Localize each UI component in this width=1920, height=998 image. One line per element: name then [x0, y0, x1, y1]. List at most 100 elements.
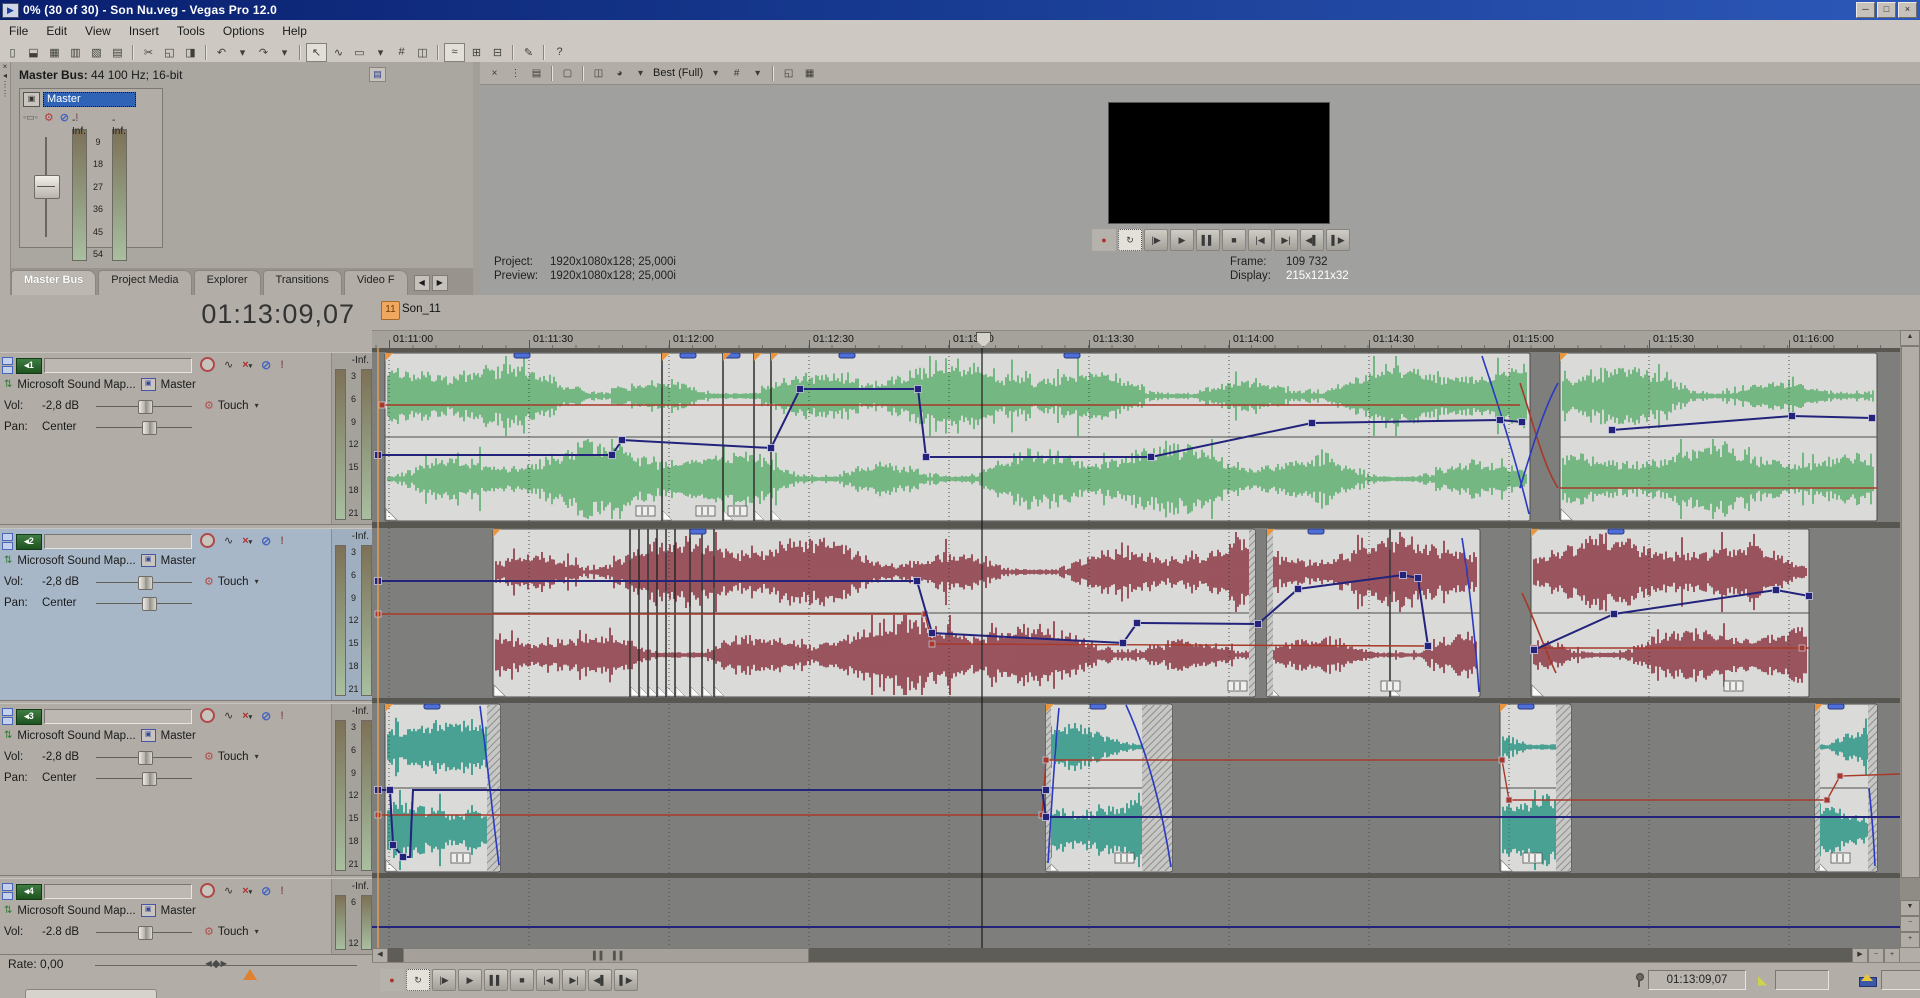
menu-tools[interactable]: Tools — [168, 21, 214, 41]
ignore-event-grouping-icon[interactable]: ⊟ — [488, 44, 507, 61]
mute-icon[interactable]: ×▾ — [242, 710, 252, 722]
cut-icon[interactable]: ✂ — [139, 44, 158, 61]
status-timecode[interactable]: 01:13:09,07 — [1648, 970, 1746, 990]
import-media-icon[interactable]: ▧ — [87, 44, 106, 61]
mute-icon[interactable]: ⊘ — [60, 111, 69, 124]
tab-project-media[interactable]: Project Media — [98, 270, 191, 295]
bus-box-icon[interactable]: ▣ — [23, 92, 40, 107]
envelope-node[interactable] — [1869, 415, 1876, 422]
grouping-icon[interactable]: ◫ — [413, 44, 432, 61]
bottom-corner-tab[interactable] — [25, 989, 157, 998]
master-name-field[interactable]: Master — [43, 92, 136, 107]
envelope-node[interactable] — [1043, 757, 1049, 763]
solo-icon[interactable]: ⊘ — [261, 884, 271, 898]
automation-mode[interactable]: Touch — [218, 400, 249, 412]
phase-icon[interactable]: ! — [280, 359, 284, 371]
automation-gear-icon[interactable]: ⚙ — [204, 750, 214, 763]
zoom-in-track-button[interactable]: + — [1900, 932, 1920, 948]
track-header-2[interactable]: ◂2∿×▾⊘!⇅Microsoft Sound Map...▣MasterVol… — [0, 528, 372, 701]
pause-button[interactable]: ▌▌ — [484, 969, 508, 991]
envelope-node[interactable] — [1497, 417, 1504, 424]
automation-gear-icon[interactable]: ⚙ — [204, 575, 214, 588]
bus-assign-icon[interactable]: ▣ — [141, 904, 156, 917]
mute-icon[interactable]: ×▾ — [242, 359, 252, 371]
envelope-node[interactable] — [1415, 575, 1422, 582]
preview-quality-icon[interactable]: ◕ — [609, 65, 630, 82]
automation-gear-icon[interactable]: ⚙ — [204, 399, 214, 412]
track-number-badge[interactable]: ◂2 — [16, 534, 42, 550]
redo-dropdown-icon[interactable]: ▾ — [275, 44, 294, 61]
volume-slider[interactable] — [96, 751, 192, 763]
whats-this-help-icon[interactable]: ? — [550, 44, 569, 61]
go-to-start-button[interactable]: |◀ — [1248, 229, 1272, 251]
marker-flag[interactable]: 11 — [381, 301, 400, 320]
envelope-node[interactable] — [619, 437, 626, 444]
tab-transitions[interactable]: Transitions — [263, 270, 342, 295]
open-icon[interactable]: ⬓ — [24, 44, 43, 61]
new-project-icon[interactable]: ▯ — [3, 44, 22, 61]
time-ruler[interactable]: 01:11:0001:11:3001:12:0001:12:3001:13:00… — [372, 330, 1900, 350]
window-menu-icon[interactable]: ▤ — [526, 65, 547, 82]
envelope-node[interactable] — [1148, 454, 1155, 461]
dd[interactable]: ▾ — [630, 65, 651, 82]
envelope-node[interactable] — [1309, 420, 1316, 427]
audio-event[interactable] — [493, 529, 1255, 697]
envelope-node[interactable] — [1043, 787, 1050, 794]
envelope-node[interactable] — [609, 452, 616, 459]
copy-snapshot-icon[interactable]: ◱ — [778, 65, 799, 82]
event-group-tab[interactable] — [1090, 704, 1106, 709]
normal-edit-tool-icon[interactable]: ↖ — [306, 43, 327, 62]
save-snapshot-icon[interactable]: ▦ — [799, 65, 820, 82]
pan-value[interactable]: Center — [42, 772, 94, 784]
track-number-badge[interactable]: ◂4 — [16, 884, 42, 900]
envelope-node[interactable] — [1806, 593, 1813, 600]
envelope-node[interactable] — [1255, 621, 1262, 628]
step-forward-button[interactable]: ▌▶ — [614, 969, 638, 991]
vol-value[interactable]: -2,8 dB — [42, 576, 94, 588]
project-properties-icon[interactable]: ▤ — [108, 44, 127, 61]
timeline-tracks-canvas[interactable] — [372, 348, 1900, 948]
audio-event[interactable] — [385, 353, 1530, 521]
event-group-tab[interactable] — [1064, 353, 1080, 358]
event-group-tab[interactable] — [424, 704, 440, 709]
track-height-buttons[interactable] — [2, 357, 13, 374]
horizontal-scrollbar[interactable]: ◀ ▐▐▐▐ ▶ − + — [372, 948, 1900, 962]
envelope-node[interactable] — [1609, 427, 1616, 434]
event-group-tab[interactable] — [1518, 704, 1534, 709]
tab-master-bus[interactable]: Master Bus — [11, 270, 96, 295]
envelope-icon[interactable]: ∿ — [224, 358, 233, 371]
play-button[interactable]: ▶ — [458, 969, 482, 991]
overlay-grid-icon[interactable]: # — [726, 65, 747, 82]
audio-event[interactable] — [1560, 353, 1877, 521]
envelope-node[interactable] — [1134, 620, 1141, 627]
tab-scroll-left-icon[interactable]: ◀ — [414, 275, 430, 291]
event-group-tab[interactable] — [1608, 529, 1624, 534]
selection-edit-tool-icon[interactable]: ▭ — [350, 44, 369, 61]
envelope-node[interactable] — [379, 402, 385, 408]
volume-slider[interactable] — [96, 576, 192, 588]
envelope-node[interactable] — [929, 641, 935, 647]
record-time-field[interactable] — [1881, 970, 1920, 990]
menu-options[interactable]: Options — [214, 21, 273, 41]
track-height-buttons[interactable] — [2, 533, 13, 550]
track-number-badge[interactable]: ◂1 — [16, 358, 42, 374]
envelope-node[interactable] — [1611, 611, 1618, 618]
render-as-icon[interactable]: ▥ — [66, 44, 85, 61]
undo-dropdown-icon[interactable]: ▾ — [233, 44, 252, 61]
envelope-node[interactable] — [1043, 814, 1050, 821]
event-group-tab[interactable] — [680, 353, 696, 358]
menu-help[interactable]: Help — [273, 21, 316, 41]
track-header-1[interactable]: ◂1∿×▾⊘!⇅Microsoft Sound Map...▣MasterVol… — [0, 352, 372, 525]
dropdown-icon[interactable]: ▾ — [747, 65, 768, 82]
auto-ripple-icon[interactable]: ≈ — [444, 43, 465, 62]
pan-slider[interactable] — [96, 421, 192, 433]
external-monitor-icon[interactable]: ◫ — [588, 65, 609, 82]
audio-event[interactable] — [1531, 529, 1809, 697]
envelope-edit-tool-icon[interactable]: ∿ — [329, 44, 348, 61]
stop-button[interactable]: ■ — [1222, 229, 1246, 251]
automation-gear-icon[interactable]: ⚙ — [204, 925, 214, 938]
copy-icon[interactable]: ◱ — [160, 44, 179, 61]
routing-icon[interactable]: ⇅ — [4, 905, 12, 916]
event-group-tab[interactable] — [1828, 704, 1844, 709]
pan-value[interactable]: Center — [42, 421, 94, 433]
